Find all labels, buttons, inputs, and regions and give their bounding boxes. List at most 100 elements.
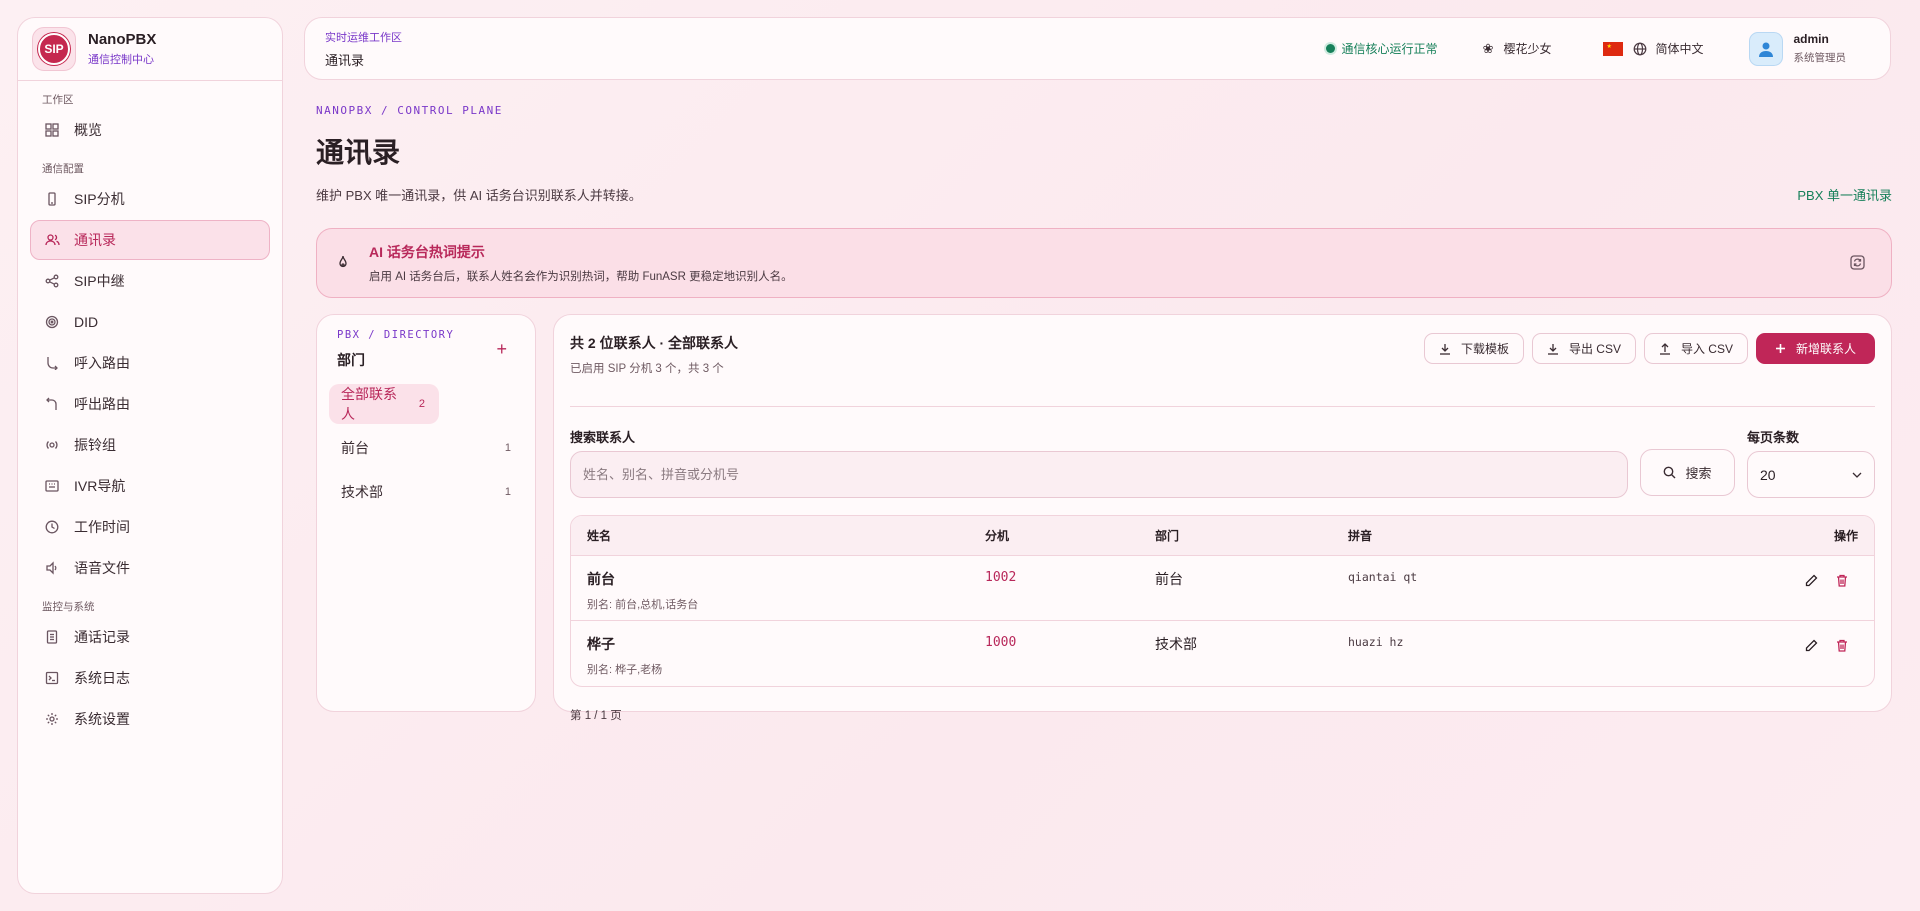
sidebar-item-audio-files[interactable]: 语音文件 bbox=[30, 548, 270, 588]
button-label: 搜索 bbox=[1685, 466, 1712, 481]
ring-icon bbox=[44, 437, 60, 453]
clock-icon bbox=[44, 519, 60, 535]
add-department-button[interactable]: + bbox=[496, 339, 507, 360]
import-csv-button[interactable]: 导入 CSV bbox=[1643, 333, 1748, 364]
search-button[interactable]: 搜索 bbox=[1640, 449, 1735, 496]
user-menu[interactable]: admin 系统管理员 bbox=[1748, 31, 1871, 66]
department-count: 1 bbox=[504, 442, 511, 454]
logo-text: SIP bbox=[38, 33, 70, 65]
sidebar-item-label: 振铃组 bbox=[74, 437, 116, 453]
brand-subtitle: 通信控制中心 bbox=[88, 54, 154, 66]
sidebar-item-work-hours[interactable]: 工作时间 bbox=[30, 507, 270, 547]
contacts-table: 姓名 分机 部门 拼音 操作 前台 别名: 前台,总机,话务台 1002 前台 … bbox=[570, 515, 1875, 687]
department-eyebrow: PBX / DIRECTORY bbox=[337, 329, 455, 341]
table-row: 前台 别名: 前台,总机,话务台 1002 前台 qiantai qt bbox=[571, 556, 1874, 621]
contact-extension: 1000 bbox=[985, 635, 1017, 650]
department-item-all[interactable]: 全部联系人 2 bbox=[329, 384, 439, 424]
contact-alias: 别名: 前台,总机,话务台 bbox=[587, 599, 699, 611]
export-csv-button[interactable]: 导出 CSV bbox=[1531, 333, 1636, 364]
add-contact-button[interactable]: 新增联系人 bbox=[1755, 333, 1875, 364]
avatar bbox=[1748, 31, 1783, 66]
chevron-down-icon bbox=[1852, 472, 1862, 478]
lightbulb-icon bbox=[337, 255, 357, 271]
contact-name: 前台 bbox=[587, 571, 615, 587]
per-page-label: 每页条数 bbox=[1747, 430, 1800, 445]
sidebar-item-contacts[interactable]: 通讯录 bbox=[30, 220, 270, 260]
sidebar-item-did[interactable]: DID bbox=[30, 302, 270, 342]
department-label: 全部联系人 bbox=[341, 386, 397, 422]
sidebar-item-ivr[interactable]: IVR导航 bbox=[30, 466, 270, 506]
sidebar-item-label: IVR导航 bbox=[74, 478, 126, 494]
button-label: 新增联系人 bbox=[1795, 342, 1856, 356]
edit-icon[interactable] bbox=[1805, 639, 1818, 657]
department-count: 1 bbox=[504, 486, 511, 498]
sidebar-item-label: DID bbox=[74, 314, 99, 330]
topbar-eyebrow: 实时运维工作区 bbox=[325, 31, 402, 44]
brand[interactable]: SIP NanoPBX 通信控制中心 bbox=[18, 18, 282, 81]
terminal-icon bbox=[44, 670, 60, 686]
download-icon bbox=[1547, 343, 1559, 355]
call-in-icon bbox=[44, 355, 60, 371]
delete-icon[interactable] bbox=[1836, 574, 1848, 592]
status-text: 通信核心运行正常 bbox=[1341, 42, 1438, 56]
contact-alias: 别名: 桦子,老杨 bbox=[587, 664, 663, 676]
hint-title: AI 话务台热词提示 bbox=[369, 244, 485, 260]
document-icon bbox=[44, 629, 60, 645]
system-status: 通信核心运行正常 bbox=[1325, 40, 1438, 57]
contact-department: 前台 bbox=[1155, 571, 1183, 587]
brand-name: NanoPBX bbox=[88, 31, 157, 48]
flower-icon: ❀ bbox=[1482, 40, 1494, 56]
sidebar-item-system-logs[interactable]: 系统日志 bbox=[30, 658, 270, 698]
edit-icon[interactable] bbox=[1805, 574, 1818, 592]
contact-extension: 1002 bbox=[985, 570, 1017, 585]
contacts-summary: 共 2 位联系人 · 全部联系人 bbox=[570, 335, 739, 351]
language-switcher[interactable]: 简体中文 bbox=[1603, 40, 1704, 57]
call-out-icon bbox=[44, 396, 60, 412]
department-label: 技术部 bbox=[341, 484, 383, 500]
page-eyebrow: NANOPBX / CONTROL PLANE bbox=[316, 104, 503, 117]
share-icon bbox=[44, 273, 60, 289]
sidebar-item-sip-trunks[interactable]: SIP中继 bbox=[30, 261, 270, 301]
search-input[interactable] bbox=[570, 451, 1628, 498]
nav-section-monitoring: 监控与系统 bbox=[42, 601, 95, 613]
refresh-icon[interactable] bbox=[1850, 255, 1865, 275]
theme-switcher[interactable]: ❀ 樱花少女 bbox=[1483, 40, 1552, 57]
sidebar-item-label: SIP中继 bbox=[74, 273, 125, 289]
hint-text: 启用 AI 话务台后，联系人姓名会作为识别热词，帮助 FunASR 更稳定地识别… bbox=[369, 271, 793, 283]
download-template-button[interactable]: 下载模板 bbox=[1423, 333, 1524, 364]
contact-name: 桦子 bbox=[587, 636, 615, 652]
sidebar-item-outbound-routes[interactable]: 呼出路由 bbox=[30, 384, 270, 424]
speaker-icon bbox=[44, 560, 60, 576]
users-icon bbox=[44, 232, 60, 248]
nav-section-comm-config: 通信配置 bbox=[42, 163, 84, 175]
target-icon bbox=[44, 314, 60, 330]
delete-icon[interactable] bbox=[1836, 639, 1848, 657]
sidebar-item-label: 呼入路由 bbox=[74, 355, 130, 371]
topbar: 实时运维工作区 通讯录 通信核心运行正常 ❀ 樱花少女 简体中文 admin 系… bbox=[304, 17, 1891, 80]
gear-icon bbox=[44, 711, 60, 727]
sidebar-item-sip-extensions[interactable]: SIP分机 bbox=[30, 179, 270, 219]
per-page-value: 20 bbox=[1760, 466, 1776, 483]
column-header-dept: 部门 bbox=[1155, 529, 1180, 543]
theme-label: 樱花少女 bbox=[1503, 42, 1552, 56]
department-item-tech[interactable]: 技术部 1 bbox=[329, 472, 525, 512]
sidebar-item-call-records[interactable]: 通话记录 bbox=[30, 617, 270, 657]
sidebar-item-overview[interactable]: 概览 bbox=[30, 110, 270, 150]
page-tag: PBX 单一通讯录 bbox=[1797, 188, 1892, 203]
column-header-name: 姓名 bbox=[587, 529, 612, 543]
sidebar-item-inbound-routes[interactable]: 呼入路由 bbox=[30, 343, 270, 383]
sidebar-item-system-settings[interactable]: 系统设置 bbox=[30, 699, 270, 739]
user-role: 系统管理员 bbox=[1793, 52, 1847, 64]
phone-icon bbox=[44, 191, 60, 207]
sidebar-item-label: 语音文件 bbox=[74, 560, 130, 576]
sidebar-item-ring-groups[interactable]: 振铃组 bbox=[30, 425, 270, 465]
button-label: 导出 CSV bbox=[1568, 342, 1621, 356]
table-row: 桦子 别名: 桦子,老杨 1000 技术部 huazi hz bbox=[571, 621, 1874, 686]
download-icon bbox=[1439, 343, 1451, 355]
per-page-select[interactable]: 20 bbox=[1747, 451, 1875, 498]
plus-icon bbox=[1775, 343, 1786, 354]
table-header: 姓名 分机 部门 拼音 操作 bbox=[571, 516, 1874, 556]
logo: SIP bbox=[32, 27, 76, 71]
department-item-front-desk[interactable]: 前台 1 bbox=[329, 428, 525, 468]
upload-icon bbox=[1659, 342, 1671, 355]
